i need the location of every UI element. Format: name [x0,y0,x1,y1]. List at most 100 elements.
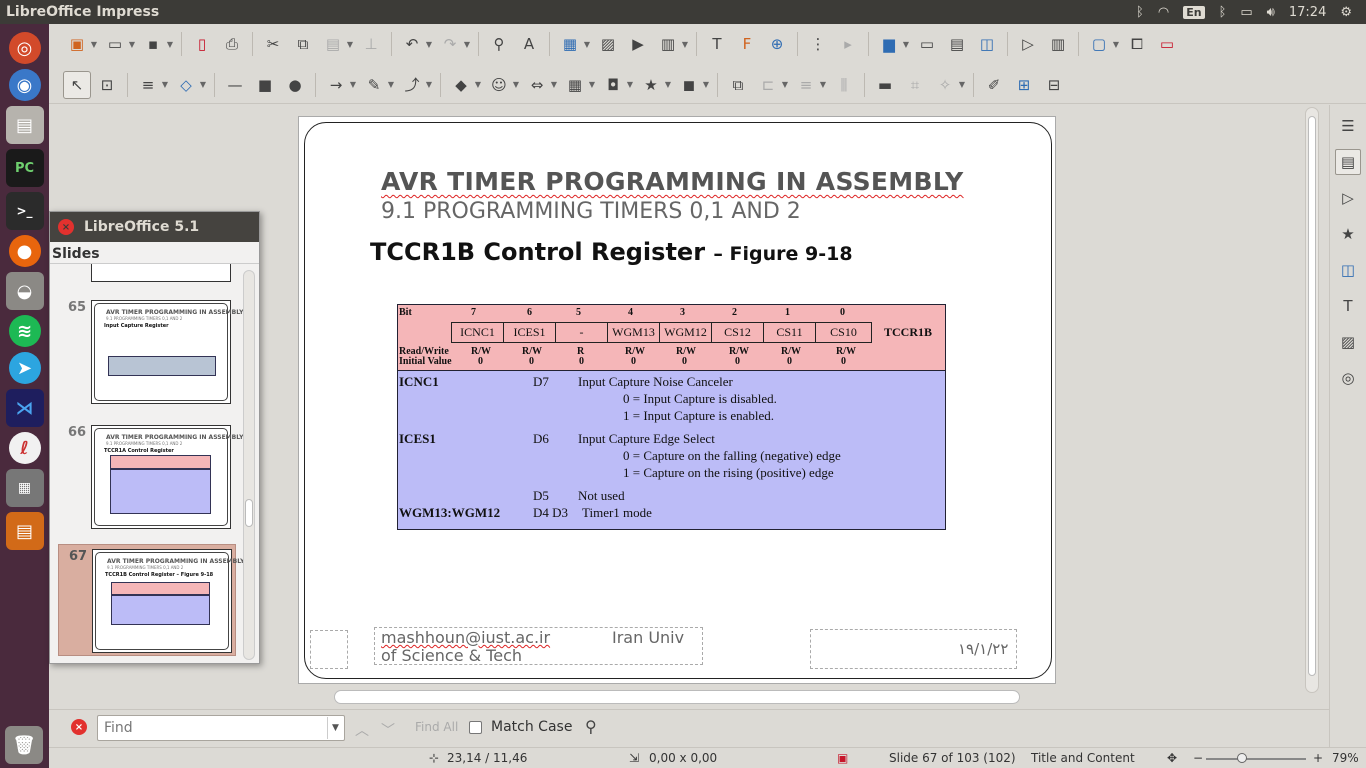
new-slide-icon[interactable]: ▢ [1085,30,1113,58]
callouts-icon[interactable]: ◘ [599,71,627,99]
slide-thumb-row-selected[interactable]: 67 AVR TIMER PROGRAMMING IN ASSEMBLY 9.1… [58,544,244,656]
chevron-down-icon[interactable]: ▼ [165,40,175,49]
zoom-pan-icon[interactable]: ⊡ [93,71,121,99]
presentation-icon[interactable]: ▣ [63,30,91,58]
block-arrows-icon[interactable]: ⇔ [523,71,551,99]
points-icon[interactable]: ✐ [980,71,1008,99]
slide-thumbnail[interactable]: AVR TIMER PROGRAMMING IN ASSEMBLY 9.1 PR… [91,300,243,404]
wifi-icon[interactable]: ◠ [1158,5,1169,20]
master-slide-icon[interactable]: ▭ [913,30,941,58]
basic-shapes-icon[interactable]: ◆ [447,71,475,99]
rectangle-icon[interactable]: ■ [251,71,279,99]
chart-icon[interactable]: ▥ [654,30,682,58]
disks-icon[interactable]: ◒ [5,272,44,310]
glue-points-icon[interactable]: ⊞ [1010,71,1038,99]
image-icon[interactable]: ▨ [594,30,622,58]
curves-icon[interactable]: ✎ [360,71,388,99]
zoom-out-icon[interactable]: − [1193,751,1203,765]
calculator-icon[interactable]: ▦ [5,469,44,507]
slide-subtitle[interactable]: 9.1 PROGRAMMING TIMERS 0,1 AND 2 [381,199,801,224]
chevron-down-icon[interactable]: ▼ [625,80,635,89]
trash-icon[interactable]: 🗑︎ [5,726,43,764]
chevron-down-icon[interactable]: ▼ [680,40,690,49]
match-case-checkbox[interactable] [469,721,482,734]
fill-color-icon[interactable]: ◇ [172,71,200,99]
gallery-icon[interactable]: ▨ [1335,329,1361,355]
redo-icon[interactable]: ↷ [436,30,464,58]
connectors-icon[interactable]: ⤴ [398,71,426,99]
master-slides-icon[interactable]: ◫ [1335,257,1361,283]
terminal-icon[interactable]: >_ [5,192,44,230]
volume-icon[interactable]: 🔊︎ [1267,5,1275,20]
chevron-down-icon[interactable]: ▼ [818,80,828,89]
navigator-icon[interactable]: ◎ [1335,365,1361,391]
chevron-down-icon[interactable]: ▼ [345,40,355,49]
animation-icon[interactable]: ★ [1335,221,1361,247]
fontwork-icon[interactable]: F [733,30,761,58]
table-icon[interactable]: ▦ [556,30,584,58]
gear-icon[interactable]: ⚙ [1340,5,1352,20]
duplicate-slide-icon[interactable]: ⧠ [1123,30,1151,58]
symbol-shapes-icon[interactable]: ☺ [485,71,513,99]
pycharm-icon[interactable]: PC [5,149,44,187]
clock[interactable]: 17:24 [1289,5,1326,20]
chevron-down-icon[interactable]: ▼ [473,80,483,89]
vscode-icon[interactable]: ⋊ [5,389,44,427]
close-icon[interactable]: × [58,219,74,235]
shadow-icon[interactable]: ▬ [871,71,899,99]
chromium-icon[interactable]: ◉ [8,69,41,101]
ellipse-icon[interactable]: ● [281,71,309,99]
sidebar-menu-icon[interactable]: ☰ [1335,113,1361,139]
toggle-extrusion-icon[interactable]: ⊟ [1040,71,1068,99]
keyboard-layout-indicator[interactable]: En [1183,5,1205,19]
slides-panel-scrollbar[interactable] [243,270,255,660]
cut-icon[interactable]: ✂ [259,30,287,58]
chevron-down-icon[interactable]: ▼ [663,80,673,89]
paste-icon[interactable]: ▤ [319,30,347,58]
zoom-slider[interactable] [1206,758,1306,760]
find-next-icon[interactable]: ﹀ [381,720,395,740]
lines-arrows-icon[interactable]: → [322,71,350,99]
display-views-icon[interactable]: ▆ [875,30,903,58]
chevron-down-icon[interactable]: ▼ [701,80,711,89]
print-icon[interactable]: ⎙ [218,30,246,58]
slide-thumbnail-partial[interactable] [91,264,231,282]
chevron-down-icon[interactable]: ▼ [198,80,208,89]
footer-placeholder-left[interactable] [310,630,348,669]
chevron-down-icon[interactable]: ▼ [424,80,434,89]
close-find-icon[interactable]: × [71,719,87,735]
distribute-icon[interactable]: ⫼ [830,71,858,99]
chevron-down-icon[interactable]: ▼ [549,80,559,89]
file-manager-icon[interactable]: ▤ [5,106,44,144]
delete-slide-icon[interactable]: ▭ [1153,30,1181,58]
chevron-down-icon[interactable]: ▼ [582,40,592,49]
libreoffice-draw-icon[interactable]: ℓ [8,432,41,464]
chevron-down-icon[interactable]: ▼ [89,40,99,49]
zoom-level[interactable]: 79% [1332,751,1359,765]
slide-heading[interactable]: TCCR1B Control Register – Figure 9-18 [370,238,853,266]
zoom-slider-knob[interactable] [1237,753,1247,763]
layout-name[interactable]: Title and Content [1031,751,1135,765]
bluetooth-icon[interactable]: ᛒ [1136,5,1144,20]
media-icon[interactable]: ▶ [624,30,652,58]
3d-objects-icon[interactable]: ◼ [675,71,703,99]
crop-icon[interactable]: ⌗ [901,71,929,99]
undo-icon[interactable]: ↶ [398,30,426,58]
chevron-down-icon[interactable]: ▼ [587,80,597,89]
start-current-icon[interactable]: ▥ [1044,30,1072,58]
text-box-icon[interactable]: T [703,30,731,58]
slide-thumbnail[interactable]: AVR TIMER PROGRAMMING IN ASSEMBLY 9.1 PR… [91,425,243,529]
chevron-down-icon[interactable]: ▼ [901,40,911,49]
chevron-down-icon[interactable]: ▼ [462,40,472,49]
match-case-label[interactable]: Match Case [491,719,572,735]
libreoffice-impress-icon[interactable]: ▤ [5,512,44,550]
properties-icon[interactable]: ▤ [1335,149,1361,175]
grid-icon[interactable]: ⋮ [804,30,832,58]
filter-icon[interactable]: ✧ [931,71,959,99]
chevron-down-icon[interactable]: ▼ [780,80,790,89]
chevron-down-icon[interactable]: ▼ [327,717,343,739]
vertical-scrollbar[interactable] [1305,107,1319,693]
chevron-down-icon[interactable]: ▼ [348,80,358,89]
slide-title[interactable]: AVR TIMER PROGRAMMING IN ASSEMBLY [381,167,964,196]
chevron-down-icon[interactable]: ▼ [127,40,137,49]
